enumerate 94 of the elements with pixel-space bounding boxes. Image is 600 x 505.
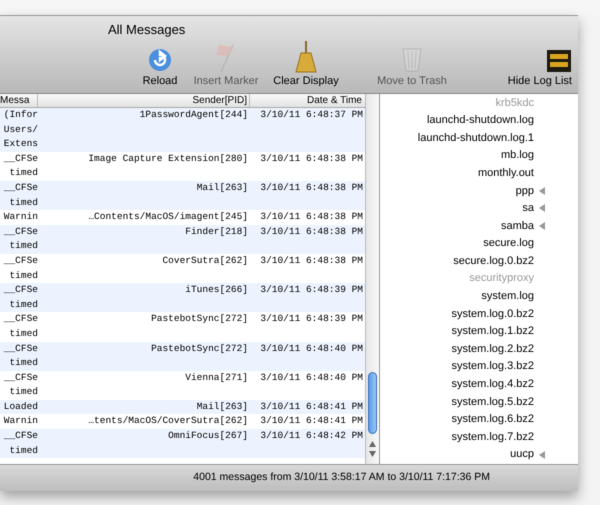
table-cell-text: 3/10/11 6:48:40 PM (260, 342, 363, 356)
log-list-item[interactable]: launchd-shutdown.log.1 (380, 129, 578, 147)
table-cell-text: timed (9, 444, 38, 458)
table-cell-text: …Contents/MacOS/imagent[245] (88, 210, 248, 224)
log-list-item[interactable]: monthly.out (380, 164, 578, 182)
table-cell-text: timed (9, 298, 38, 312)
log-list-item[interactable]: system.log.1.bz2 (380, 322, 578, 340)
disclosure-triangle-icon[interactable] (539, 222, 545, 230)
reload-icon (147, 47, 173, 73)
table-cell-text: __CFSe (4, 370, 38, 385)
status-text: 4001 messages from 3/10/11 3:58:17 AM to 3/10/11 7:17:36 PM (193, 470, 490, 486)
log-list-item[interactable]: system.log.7.bz2 (380, 428, 578, 446)
toolbar-button[interactable]: Clear Display (270, 44, 342, 88)
table-cell-text: __CFSe (4, 429, 38, 444)
table-cell-text: Warnin (4, 210, 38, 224)
disclosure-triangle-icon[interactable] (539, 186, 545, 195)
table-cell-text: Users/ (4, 122, 38, 137)
log-list-item[interactable]: uucp (380, 446, 578, 464)
disclosure-triangle-icon[interactable] (539, 204, 545, 212)
table-cell-text: 3/10/11 6:48:38 PM (260, 224, 363, 239)
table-cell-text: 3/10/11 6:48:41 PM (260, 400, 363, 414)
table-cell-text: 3/10/11 6:48:37 PM (260, 108, 363, 122)
table-cell-text: 3/10/11 6:48:41 PM (260, 414, 363, 428)
toolbar-button[interactable]: Hide Log List (482, 44, 578, 88)
table-cell-text: Vienna[271] (185, 370, 248, 385)
table-cell-text: 3/10/11 6:48:39 PM (260, 312, 363, 326)
table-cell-text: timed (9, 385, 38, 400)
log-list-item[interactable]: sa (380, 200, 578, 218)
log-list-item[interactable]: mb.log (380, 146, 578, 164)
table-cell-text: …tents/MacOS/CoverSutra[262] (88, 414, 248, 428)
log-list-item[interactable]: samba (380, 217, 578, 235)
table-cell-text: Mail[263] (196, 400, 248, 414)
table-cell-text: OmniFocus[267] (168, 429, 248, 444)
log-list-item[interactable]: system.log (380, 288, 578, 306)
broom-icon (295, 41, 317, 73)
table-cell-text: 3/10/11 6:48:38 PM (260, 254, 363, 268)
table-cell-text: Warnin (4, 414, 38, 428)
log-list-item[interactable]: ppp (380, 182, 578, 200)
table-cell-text: timed (9, 166, 38, 180)
table-row[interactable]: __CFSe timed iTunes[266] 3/10/11 6:48:39 PM (0, 283, 365, 312)
log-list-item[interactable]: secure.log.0.bz2 (380, 252, 578, 270)
table-cell-text: 3/10/11 6:48:40 PM (260, 370, 363, 385)
table-cell-text: 3/10/11 6:48:38 PM (260, 210, 363, 224)
table-row[interactable]: __CFSe timed Finder[218] 3/10/11 6:48:38 PM (0, 224, 365, 254)
table-row[interactable]: (Infor Users/ Extens 1PasswordAgent[244] 3/10/11 6:48:37 PM (0, 108, 365, 152)
table-cell-text: timed (9, 268, 38, 283)
table-cell-text: Image Capture Extension[280] (88, 152, 248, 166)
table-cell-text: __CFSe (4, 254, 38, 268)
scroll-up-icon[interactable] (369, 441, 376, 447)
table-cell-text: iTunes[266] (185, 283, 248, 298)
scroll-down-icon[interactable] (369, 451, 376, 457)
column-header[interactable]: Messa (0, 94, 38, 107)
log-list-item[interactable]: system.log.0.bz2 (380, 305, 578, 323)
table-cell-text: PastebotSync[272] (151, 312, 248, 326)
table-cell-text: __CFSe (4, 180, 38, 195)
table-cell-text: 3/10/11 6:48:39 PM (260, 283, 363, 298)
scroll-thumb[interactable] (368, 372, 377, 434)
table-cell-text: __CFSe (4, 152, 38, 166)
table-cell-text: __CFSe (4, 312, 38, 326)
table-cell-text: 3/10/11 6:48:38 PM (260, 180, 363, 195)
table-cell-text: CoverSutra[262] (162, 254, 248, 268)
table-cell-text: timed (9, 356, 38, 370)
table-cell-text: Mail[263] (196, 180, 248, 195)
log-list-item[interactable]: system.log.4.bz2 (380, 376, 578, 394)
table-row[interactable]: Loaded Mail[263] 3/10/11 6:48:41 PM (0, 400, 365, 414)
table-cell-text: Finder[218] (185, 224, 248, 239)
log-list-item[interactable]: launchd-shutdown.log (380, 112, 578, 130)
table-cell-text: __CFSe (4, 342, 38, 356)
log-list-item[interactable]: system.log.5.bz2 (380, 393, 578, 411)
table-cell-text: __CFSe (4, 283, 38, 298)
table-cell-text: Loaded (4, 400, 38, 414)
table-cell-text: (Infor (4, 108, 38, 122)
table-cell-text: 3/10/11 6:48:38 PM (260, 152, 363, 166)
table-cell-text: 1PasswordAgent[244] (140, 108, 248, 122)
table-cell-text: PastebotSync[272] (151, 342, 248, 356)
log-list-item[interactable]: system.log.2.bz2 (380, 340, 578, 358)
log-list-item[interactable]: secure.log (380, 234, 578, 252)
log-list-item[interactable]: system.log.3.bz2 (380, 358, 578, 376)
column-header[interactable]: Date & Time (250, 94, 365, 107)
toolbar-button[interactable]: Reload (138, 44, 182, 88)
table-cell-text: __CFSe (4, 224, 38, 239)
table-cell-text: Extens (4, 137, 38, 152)
table-row[interactable]: __CFSe timed PastebotSync[272] 3/10/11 6:48:40 PM (0, 342, 365, 371)
window-title: All Messages (108, 21, 186, 39)
disclosure-triangle-icon[interactable] (539, 450, 545, 459)
scrollbar[interactable] (365, 94, 379, 464)
table-cell-text: timed (9, 239, 38, 254)
table-cell-text: timed (9, 326, 38, 341)
table-cell-text: timed (9, 196, 38, 210)
table-row[interactable]: __CFSe timed OmniFocus[267] 3/10/11 6:48:42 PM (0, 429, 365, 458)
table-cell-text: 3/10/11 6:48:42 PM (260, 429, 363, 444)
column-header[interactable]: Sender[PID] (38, 94, 250, 107)
log-list-item[interactable]: system.log.6.bz2 (380, 410, 578, 428)
table-row[interactable]: __CFSe timed Mail[263] 3/10/11 6:48:38 PM (0, 180, 365, 210)
